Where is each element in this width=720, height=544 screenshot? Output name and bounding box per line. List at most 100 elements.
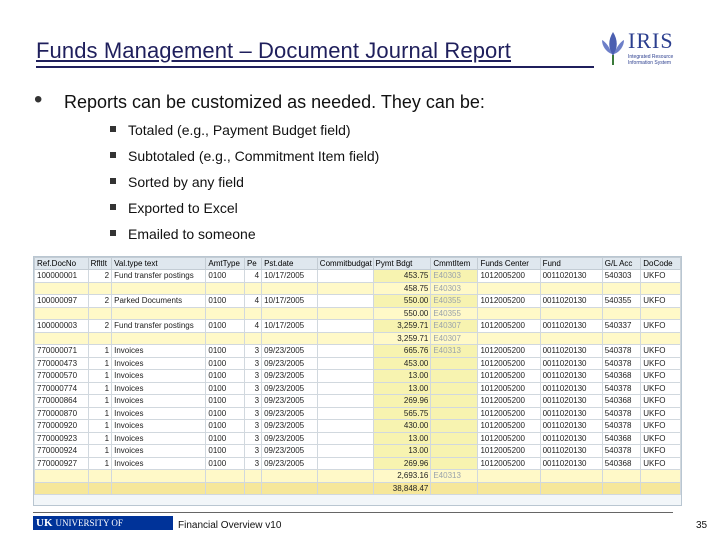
table-cell (316, 394, 374, 408)
column-header[interactable]: Commitbudgat (316, 257, 374, 270)
table-cell (111, 481, 207, 495)
table-cell (316, 369, 374, 383)
table-cell: 13.00 (372, 431, 432, 445)
table-cell: 09/23/2005 (261, 344, 318, 358)
column-header[interactable]: AmtType (205, 257, 245, 270)
table-cell (601, 469, 642, 483)
table-cell (316, 306, 374, 320)
table-row[interactable]: 770000071 1 Invoices 0100 3 09/23/2005 665.76 E… (34, 344, 681, 358)
table-cell (316, 356, 374, 370)
table-row[interactable]: 770000570 1 Invoices 0100 3 09/23/2005 13.00 10… (34, 369, 681, 383)
table-cell: 0100 (205, 319, 245, 333)
total-row[interactable]: 38,848.47 (34, 481, 681, 495)
table-cell: 2 (87, 294, 113, 308)
table-cell: 430.00 (372, 419, 432, 433)
table-cell: 0100 (205, 444, 245, 458)
sub-bullet-item: Emailed to someone (110, 225, 379, 251)
table-cell: 1 (87, 344, 113, 358)
table-cell: 0011020130 (539, 319, 603, 333)
table-cell (87, 306, 113, 320)
table-cell (601, 481, 642, 495)
table-cell: 540368 (601, 394, 642, 408)
table-row[interactable]: 770000927 1 Invoices 0100 3 09/23/2005 269.96 1… (34, 456, 681, 470)
sub-bullet-item: Exported to Excel (110, 199, 379, 225)
table-row[interactable]: 770000774 1 Invoices 0100 3 09/23/2005 13.00 10… (34, 381, 681, 395)
table-row[interactable]: 770000473 1 Invoices 0100 3 09/23/2005 453.00 1… (34, 356, 681, 370)
table-cell: UKFO (640, 319, 681, 333)
subtotal-row[interactable]: 550.00 E40355 (34, 306, 681, 320)
table-cell (316, 406, 374, 420)
iris-logo: IRIS Integrated Resource Information Sys… (598, 26, 678, 72)
table-cell: 09/23/2005 (261, 356, 318, 370)
column-header[interactable]: Pe (243, 257, 263, 270)
table-row[interactable]: 770000923 1 Invoices 0100 3 09/23/2005 13.00 10… (34, 431, 681, 445)
table-cell: 0100 (205, 294, 245, 308)
square-bullet-icon (110, 126, 116, 132)
column-header[interactable]: Funds Center (477, 257, 541, 270)
column-header[interactable]: CmmtItem (430, 257, 479, 270)
page-number: 35 (696, 520, 708, 531)
table-cell: UKFO (640, 419, 681, 433)
table-cell: Invoices (111, 344, 207, 358)
table-cell: Invoices (111, 431, 207, 445)
table-cell: E40355 (430, 306, 479, 320)
table-cell: 0011020130 (539, 394, 603, 408)
table-row[interactable]: 100000001 2 Fund transfer postings 0100 4 10/… (34, 269, 681, 283)
table-cell: 0011020130 (539, 294, 603, 308)
title-underline (36, 66, 594, 68)
table-cell: 1012005200 (477, 319, 541, 333)
table-cell: 770000924 (34, 444, 89, 458)
table-cell (640, 306, 681, 320)
table-cell: 3 (243, 394, 263, 408)
table-cell: 770000570 (34, 369, 89, 383)
table-cell: UKFO (640, 456, 681, 470)
table-cell (640, 331, 681, 345)
table-cell (261, 281, 318, 295)
table-cell: 0100 (205, 381, 245, 395)
table-cell (205, 469, 245, 483)
column-header[interactable]: Val.type text (111, 257, 207, 270)
uk-logo: UK UNIVERSITY OF KENTUCKY (33, 516, 173, 542)
column-header[interactable]: Pst.date (261, 257, 318, 270)
column-header[interactable]: Ref.DocNo (34, 257, 89, 270)
table-cell (539, 469, 603, 483)
table-cell: 770000864 (34, 394, 89, 408)
table-cell: 565.75 (372, 406, 432, 420)
table-cell (430, 394, 479, 408)
column-header[interactable]: DoCode (640, 257, 681, 270)
table-row[interactable]: 770000920 1 Invoices 0100 3 09/23/2005 430.00 1… (34, 419, 681, 433)
sub-bullet-text: Subtotaled (e.g., Commitment Item field) (128, 148, 380, 164)
table-row[interactable]: 770000924 1 Invoices 0100 3 09/23/2005 13.00 10… (34, 444, 681, 458)
table-cell: 458.75 (372, 281, 432, 295)
table-cell: UKFO (640, 394, 681, 408)
column-header[interactable]: G/L Acc (601, 257, 642, 270)
table-cell: 1012005200 (477, 394, 541, 408)
subtotal-row[interactable]: 458.75 E40303 (34, 281, 681, 295)
table-row[interactable]: 100000097 2 Parked Documents 0100 4 10/17/200… (34, 294, 681, 308)
table-row[interactable]: 770000864 1 Invoices 0100 3 09/23/2005 269.96 1… (34, 394, 681, 408)
table-cell (243, 481, 263, 495)
table-cell: 540378 (601, 444, 642, 458)
column-header[interactable]: RfltIt (87, 257, 113, 270)
table-cell (243, 281, 263, 295)
table-cell: UKFO (640, 344, 681, 358)
table-row[interactable]: 100000003 2 Fund transfer postings 0100 4 10/… (34, 319, 681, 333)
subtotal-row[interactable]: 2,693.16 E40313 (34, 469, 681, 483)
main-bullet-text: Reports can be customized as needed. The… (64, 92, 485, 112)
table-cell (601, 281, 642, 295)
column-header[interactable]: Pymt Bdgt (372, 257, 432, 270)
column-header[interactable]: Fund (539, 257, 603, 270)
table-cell: 09/23/2005 (261, 431, 318, 445)
table-cell: 4 (243, 269, 263, 283)
table-cell: 0011020130 (539, 406, 603, 420)
square-bullet-icon (110, 230, 116, 236)
table-cell: 0100 (205, 456, 245, 470)
table-cell: 0100 (205, 269, 245, 283)
table-cell: 100000003 (34, 319, 89, 333)
table-row[interactable]: 770000870 1 Invoices 0100 3 09/23/2005 565.75 1… (34, 406, 681, 420)
report-table: Ref.DocNo RfltIt Val.type text AmtType Pe Pst… (34, 257, 681, 495)
table-cell (316, 344, 374, 358)
table-cell: 0011020130 (539, 431, 603, 445)
table-cell (601, 306, 642, 320)
subtotal-row[interactable]: 3,259.71 E40307 (34, 331, 681, 345)
